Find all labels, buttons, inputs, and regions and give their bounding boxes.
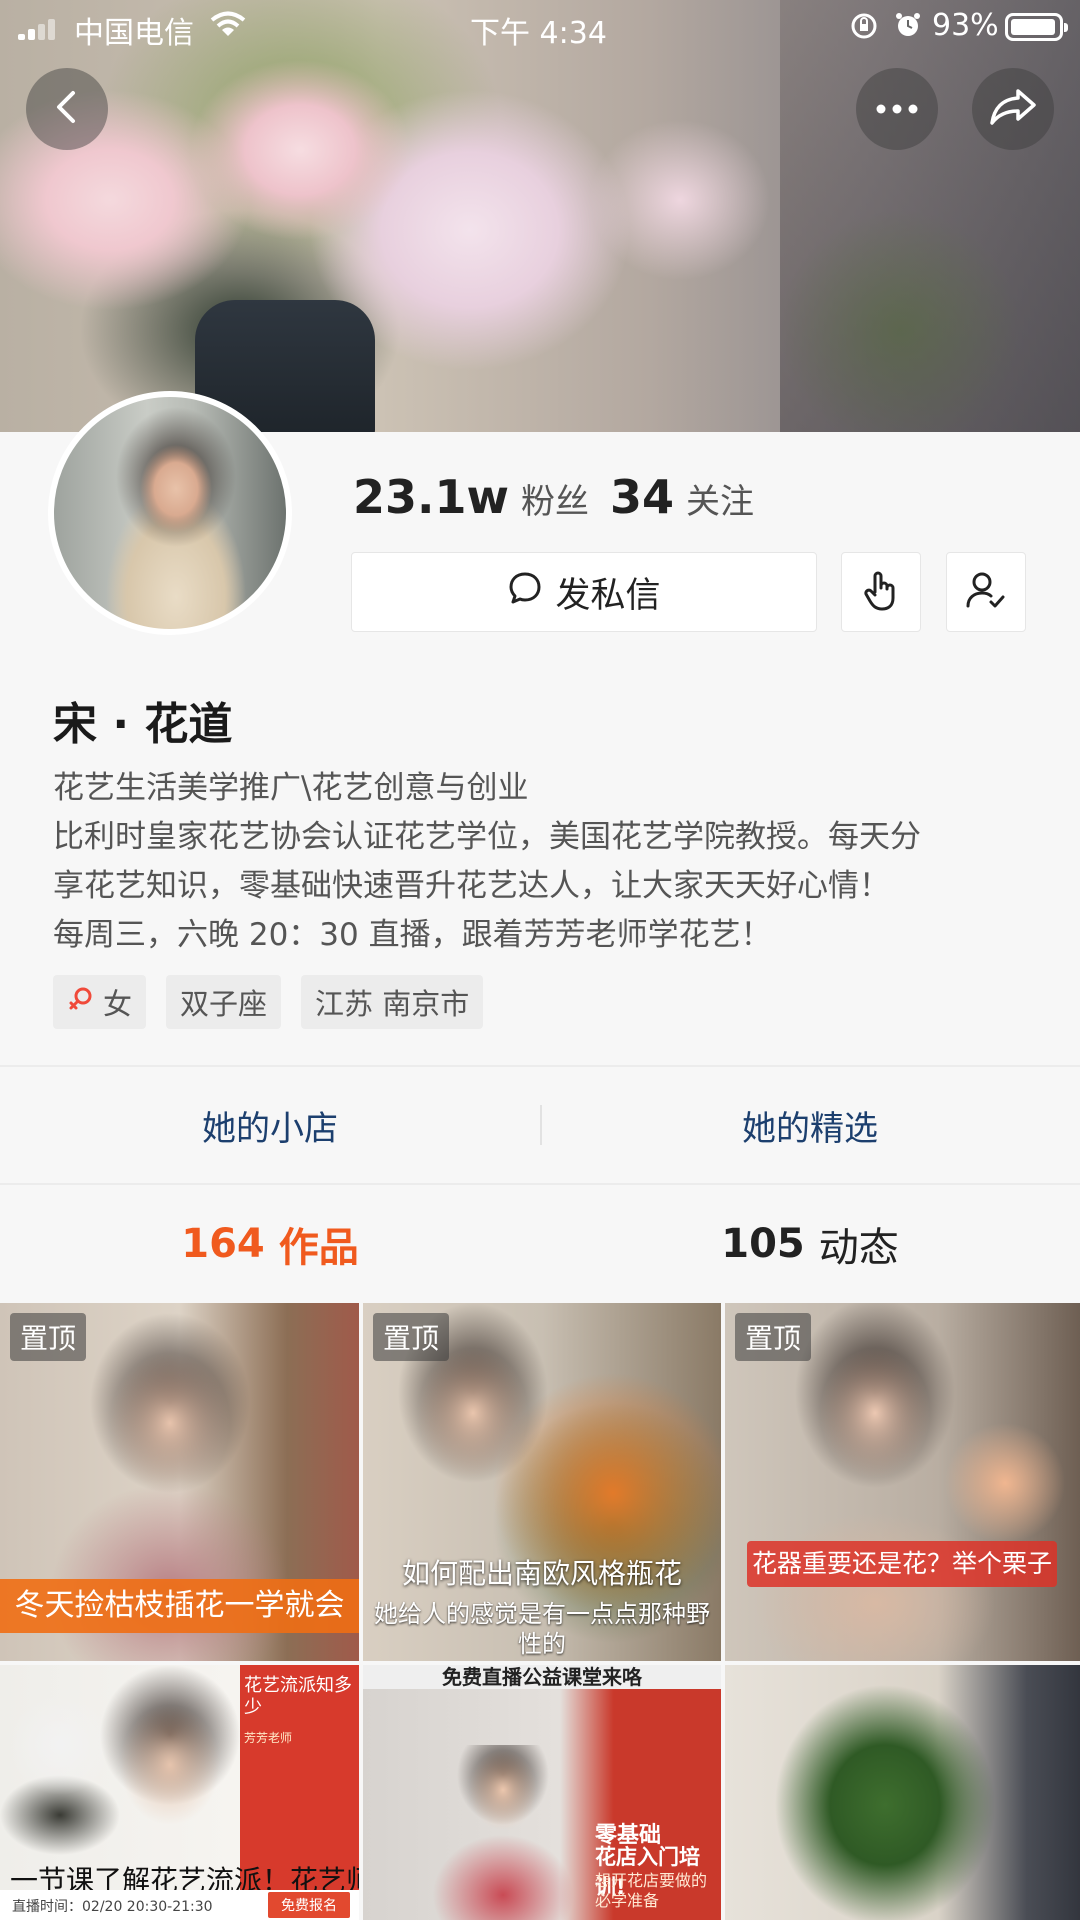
avatar[interactable] xyxy=(48,391,292,635)
location-tag: 江苏 南京市 xyxy=(301,975,484,1029)
send-message-button[interactable]: 发私信 xyxy=(351,552,817,632)
back-button[interactable] xyxy=(26,68,108,150)
status-bar: 中国电信 下午 4:34 93% xyxy=(0,0,1080,54)
gender-tag: 女 xyxy=(53,975,147,1029)
user-check-icon xyxy=(964,568,1008,616)
thumbnail-photo xyxy=(423,1745,583,1920)
followers-label: 粉丝 xyxy=(521,482,589,522)
video-thumbnail[interactable]: 置顶 冬天捡枯枝插花一学就会 xyxy=(0,1303,359,1661)
content-tabs: 164 作品 105 动态 xyxy=(0,1185,1080,1303)
send-message-label: 发私信 xyxy=(555,575,661,616)
video-thumbnail[interactable]: 免费直播公益课堂来咯 零基础 花店入门培训! 想开花店要做的必学准备 xyxy=(363,1665,721,1920)
pinned-badge: 置顶 xyxy=(373,1313,450,1361)
location-label: 江苏 南京市 xyxy=(315,987,470,1021)
wifi-icon xyxy=(210,10,246,48)
more-button[interactable] xyxy=(856,68,938,150)
zodiac-label: 双子座 xyxy=(180,987,268,1021)
share-icon xyxy=(988,87,1038,131)
profile-tags: 女 双子座 江苏 南京市 xyxy=(53,975,503,1029)
profile-cover-image xyxy=(0,0,1080,432)
pinned-badge: 置顶 xyxy=(10,1313,87,1361)
video-thumbnail[interactable]: 置顶 如何配出南欧风格瓶花 她给人的感觉是有一点点那种野性的 xyxy=(363,1303,721,1661)
thumbnail-footer: 直播时间：02/20 20:30-21:30 免费报名 xyxy=(0,1890,359,1920)
video-subtitle: 她给人的感觉是有一点点那种野性的 xyxy=(374,1600,710,1658)
alarm-icon xyxy=(893,10,923,48)
thumbnail-badge-small: 芳芳老师 xyxy=(244,1731,293,1745)
clock-time: 下午 4:34 xyxy=(470,16,607,51)
cover-window xyxy=(780,0,1080,432)
hand-tap-icon xyxy=(861,568,901,616)
following-count: 34 xyxy=(610,470,675,524)
profile-name: 宋 · 花道 xyxy=(53,699,233,750)
signup-badge: 免费报名 xyxy=(268,1892,350,1918)
tap-button[interactable] xyxy=(841,552,921,632)
bio-line: 每周三，六晚 20：30 直播，跟着芳芳老师学花艺！ xyxy=(53,917,772,953)
followed-button[interactable] xyxy=(946,552,1026,632)
profile-bio: 花艺生活美学推广\花艺创意与创业 比利时皇家花艺协会认证花艺学位，美国花艺学院教… xyxy=(53,764,1043,960)
zodiac-tag: 双子座 xyxy=(166,975,282,1029)
battery-icon xyxy=(1005,13,1068,41)
female-icon xyxy=(67,985,103,1020)
tab-posts[interactable]: 105 动态 xyxy=(540,1185,1080,1303)
her-shop-link[interactable]: 她的小店 xyxy=(0,1067,540,1183)
following-stat[interactable]: 34 关注 xyxy=(610,470,754,524)
followers-count: 23.1w xyxy=(353,470,509,524)
video-caption: 花器重要还是花？举个栗子 xyxy=(747,1541,1057,1587)
tab-works[interactable]: 164 作品 xyxy=(0,1185,540,1303)
chevron-left-icon xyxy=(47,87,87,131)
carrier-name: 中国电信 xyxy=(74,16,194,51)
signal-icon xyxy=(18,18,58,40)
bio-line: 享花艺知识，零基础快速晋升花艺达人，让大家天天好心情！ xyxy=(53,868,890,904)
rotation-lock-icon xyxy=(850,12,878,48)
video-thumbnail[interactable]: 花艺流派知多少 芳芳老师 一节课了解花艺流派！花艺师必看 直播时间：02/20 … xyxy=(0,1665,359,1920)
live-time: 直播时间：02/20 20:30-21:30 xyxy=(12,1899,213,1915)
posts-count: 105 xyxy=(721,1221,805,1267)
shop-links-row: 她的小店 她的精选 xyxy=(0,1067,1080,1183)
video-thumbnail[interactable]: 置顶 花器重要还是花？举个栗子 xyxy=(725,1303,1080,1661)
gender-label: 女 xyxy=(103,987,133,1021)
her-picks-link[interactable]: 她的精选 xyxy=(540,1067,1080,1183)
video-caption: 如何配出南欧风格瓶花 xyxy=(401,1557,682,1590)
chat-bubble-icon xyxy=(507,570,555,615)
thumbnail-badge-title: 花艺流派知多少 xyxy=(244,1675,352,1718)
works-count: 164 xyxy=(181,1221,265,1267)
works-label: 作品 xyxy=(278,1225,359,1271)
pinned-badge: 置顶 xyxy=(735,1313,812,1361)
video-grid: 置顶 冬天捡枯枝插花一学就会 置顶 如何配出南欧风格瓶花 她给人的感觉是有一点点… xyxy=(0,1303,1080,1920)
thumbnail-banner: 免费直播公益课堂来咯 xyxy=(363,1665,721,1689)
posts-label: 动态 xyxy=(818,1225,899,1271)
thumbnail-photo xyxy=(0,1665,240,1890)
bio-line: 比利时皇家花艺协会认证花艺学位，美国花艺学院教授。每天分 xyxy=(53,819,921,855)
followers-stat[interactable]: 23.1w 粉丝 xyxy=(353,470,589,524)
following-label: 关注 xyxy=(686,482,755,522)
bio-line: 花艺生活美学推广\花艺创意与创业 xyxy=(53,770,529,806)
share-button[interactable] xyxy=(972,68,1054,150)
thumbnail-line: 想开花店要做的必学准备 xyxy=(595,1871,708,1910)
battery-percent: 93% xyxy=(932,8,999,43)
more-dots-icon xyxy=(875,100,919,119)
video-thumbnail[interactable] xyxy=(725,1665,1080,1920)
video-caption: 冬天捡枯枝插花一学就会 xyxy=(0,1579,359,1633)
